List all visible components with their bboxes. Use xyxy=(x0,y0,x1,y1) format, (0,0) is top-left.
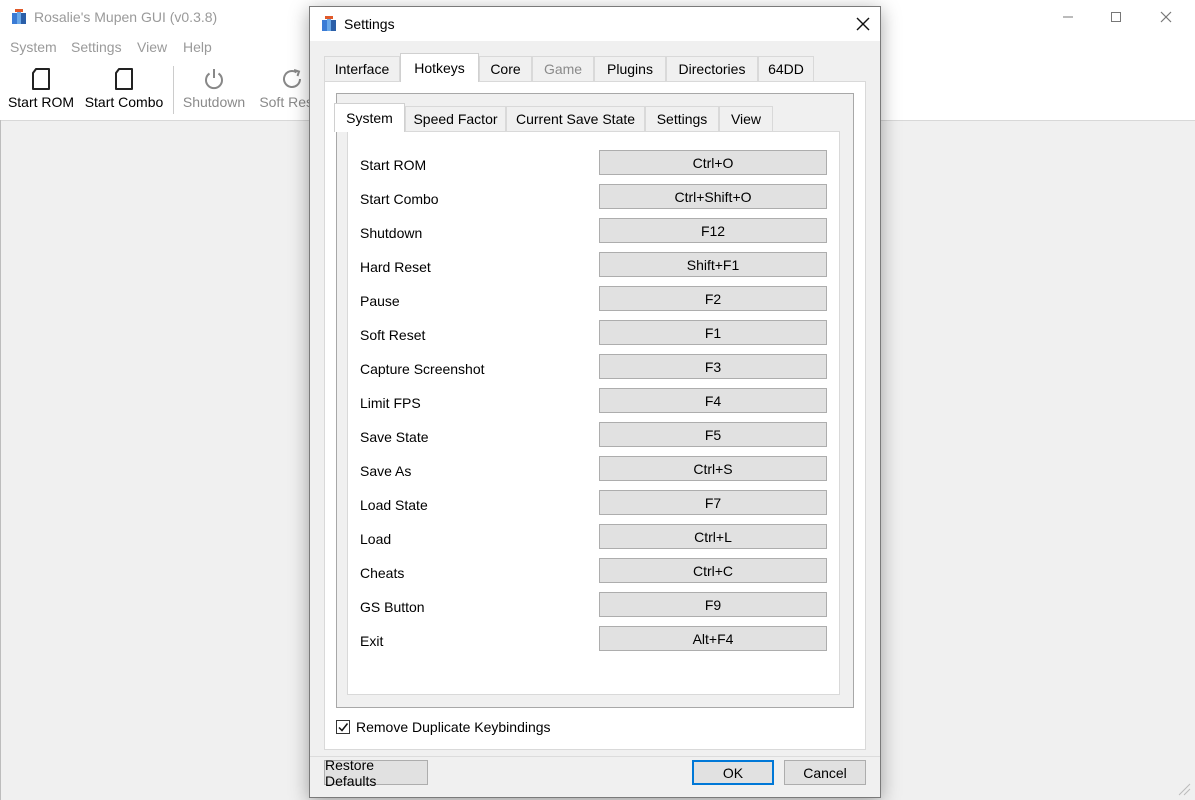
subtab-view[interactable]: View xyxy=(719,106,773,131)
file-icon xyxy=(32,68,50,90)
shutdown-label: Shutdown xyxy=(182,94,246,110)
tab-game[interactable]: Game xyxy=(532,56,594,81)
hotkey-binding-button[interactable]: F4 xyxy=(599,388,827,413)
hotkey-binding-button[interactable]: F2 xyxy=(599,286,827,311)
hotkey-binding-button[interactable]: Ctrl+S xyxy=(599,456,827,481)
minimize-icon xyxy=(1063,16,1073,18)
main-left-border xyxy=(0,120,1,800)
mupen-app-icon xyxy=(322,16,336,31)
menu-view[interactable]: View xyxy=(137,39,167,55)
subtab-current-save-state[interactable]: Current Save State xyxy=(506,106,645,131)
hotkey-action-label: Hard Reset xyxy=(360,259,431,275)
start-combo-button[interactable]: Start Combo xyxy=(84,60,164,120)
subtab-system[interactable]: System xyxy=(334,103,405,132)
settings-dialog: Settings Interface Hotkeys Core Game Plu… xyxy=(309,6,881,798)
hotkey-binding-button[interactable]: Alt+F4 xyxy=(599,626,827,651)
hotkey-action-label: Load State xyxy=(360,497,428,513)
hotkey-binding-button[interactable]: Ctrl+L xyxy=(599,524,827,549)
hotkey-binding-button[interactable]: F7 xyxy=(599,490,827,515)
hotkey-row: Hard Reset Shift+F1 xyxy=(348,252,841,286)
dialog-titlebar: Settings xyxy=(310,7,880,41)
hotkey-row: Load Ctrl+L xyxy=(348,524,841,558)
refresh-icon xyxy=(283,69,301,88)
main-window-title: Rosalie's Mupen GUI (v0.3.8) xyxy=(34,9,218,25)
hotkey-binding-button[interactable]: Shift+F1 xyxy=(599,252,827,277)
subtab-settings[interactable]: Settings xyxy=(645,106,719,131)
hotkey-row: Load State F7 xyxy=(348,490,841,524)
restore-defaults-button[interactable]: Restore Defaults xyxy=(324,757,428,789)
checkmark-icon xyxy=(338,723,349,732)
hotkey-binding-button[interactable]: F3 xyxy=(599,354,827,379)
hotkey-action-label: Load xyxy=(360,531,392,547)
tab-interface[interactable]: Interface xyxy=(324,56,400,81)
hotkey-action-label: GS Button xyxy=(360,599,425,615)
remove-duplicates-label: Remove Duplicate Keybindings xyxy=(356,719,551,735)
soft-reset-inner: Soft Reset xyxy=(259,60,310,120)
tab-plugins[interactable]: Plugins xyxy=(594,56,666,81)
hotkey-row: Shutdown F12 xyxy=(348,218,841,252)
hotkey-row: Cheats Ctrl+C xyxy=(348,558,841,592)
hotkey-action-label: Save As xyxy=(360,463,412,479)
cancel-button[interactable]: Cancel xyxy=(784,760,866,785)
hotkey-binding-button[interactable]: F5 xyxy=(599,422,827,447)
maximize-button[interactable] xyxy=(1093,0,1139,34)
toolbar-separator xyxy=(173,66,174,114)
soft-reset-label: Soft Reset xyxy=(259,94,310,110)
hotkey-row: Capture Screenshot F3 xyxy=(348,354,841,388)
tab-hotkeys[interactable]: Hotkeys xyxy=(400,53,479,82)
close-icon xyxy=(856,17,870,31)
subtab-speed-factor[interactable]: Speed Factor xyxy=(405,106,506,131)
tab-core[interactable]: Core xyxy=(479,56,532,81)
minimize-button[interactable] xyxy=(1045,0,1091,34)
remove-duplicates-option[interactable]: Remove Duplicate Keybindings xyxy=(336,717,551,737)
menu-settings[interactable]: Settings xyxy=(71,39,122,55)
start-rom-label: Start ROM xyxy=(7,94,75,110)
dialog-close-button[interactable] xyxy=(846,7,880,41)
hotkey-action-label: Start ROM xyxy=(360,157,427,173)
main-close-button[interactable] xyxy=(1143,0,1189,34)
remove-duplicates-checkbox[interactable] xyxy=(336,720,350,734)
hotkey-binding-button[interactable]: F9 xyxy=(599,592,827,617)
hotkey-action-label: Exit xyxy=(360,633,384,649)
hotkey-binding-button[interactable]: F1 xyxy=(599,320,827,345)
hotkey-action-label: Save State xyxy=(360,429,429,445)
hotkey-binding-button[interactable]: Ctrl+Shift+O xyxy=(599,184,827,209)
hotkey-action-label: Pause xyxy=(360,293,400,309)
start-combo-label: Start Combo xyxy=(84,94,164,110)
ok-button[interactable]: OK xyxy=(692,760,774,785)
close-icon xyxy=(1160,11,1172,23)
shutdown-button[interactable]: Shutdown xyxy=(181,60,247,120)
hotkey-row: Save State F5 xyxy=(348,422,841,456)
hotkey-row: Soft Reset F1 xyxy=(348,320,841,354)
hotkey-row: GS Button F9 xyxy=(348,592,841,626)
hotkey-action-label: Limit FPS xyxy=(360,395,421,411)
resize-grip-icon[interactable] xyxy=(1175,780,1191,796)
tab-directories[interactable]: Directories xyxy=(666,56,758,81)
menu-system[interactable]: System xyxy=(10,39,57,55)
tab-64dd[interactable]: 64DD xyxy=(758,56,814,81)
hotkey-row: Exit Alt+F4 xyxy=(348,626,841,660)
hotkey-row: Save As Ctrl+S xyxy=(348,456,841,490)
file-icon xyxy=(115,68,133,90)
hotkey-action-label: Capture Screenshot xyxy=(360,361,485,377)
hotkey-row: Start ROM Ctrl+O xyxy=(348,150,841,184)
start-rom-button[interactable]: Start ROM xyxy=(8,60,74,120)
system-hotkeys-panel: Start ROM Ctrl+O Start Combo Ctrl+Shift+… xyxy=(347,131,840,695)
maximize-icon xyxy=(1111,12,1121,22)
hotkey-row: Start Combo Ctrl+Shift+O xyxy=(348,184,841,218)
hotkey-binding-button[interactable]: Ctrl+O xyxy=(599,150,827,175)
hotkey-binding-button[interactable]: Ctrl+C xyxy=(599,558,827,583)
soft-reset-button[interactable]: Soft Reset xyxy=(256,60,310,120)
hotkey-action-label: Soft Reset xyxy=(360,327,426,343)
hotkey-action-label: Start Combo xyxy=(360,191,439,207)
menu-help[interactable]: Help xyxy=(183,39,212,55)
power-icon xyxy=(205,69,223,90)
hotkey-row: Limit FPS F4 xyxy=(348,388,841,422)
dialog-title: Settings xyxy=(344,16,395,32)
hotkey-row: Pause F2 xyxy=(348,286,841,320)
mupen-app-icon xyxy=(12,9,26,24)
hotkey-action-label: Cheats xyxy=(360,565,405,581)
hotkey-binding-button[interactable]: F12 xyxy=(599,218,827,243)
hotkey-action-label: Shutdown xyxy=(360,225,423,241)
